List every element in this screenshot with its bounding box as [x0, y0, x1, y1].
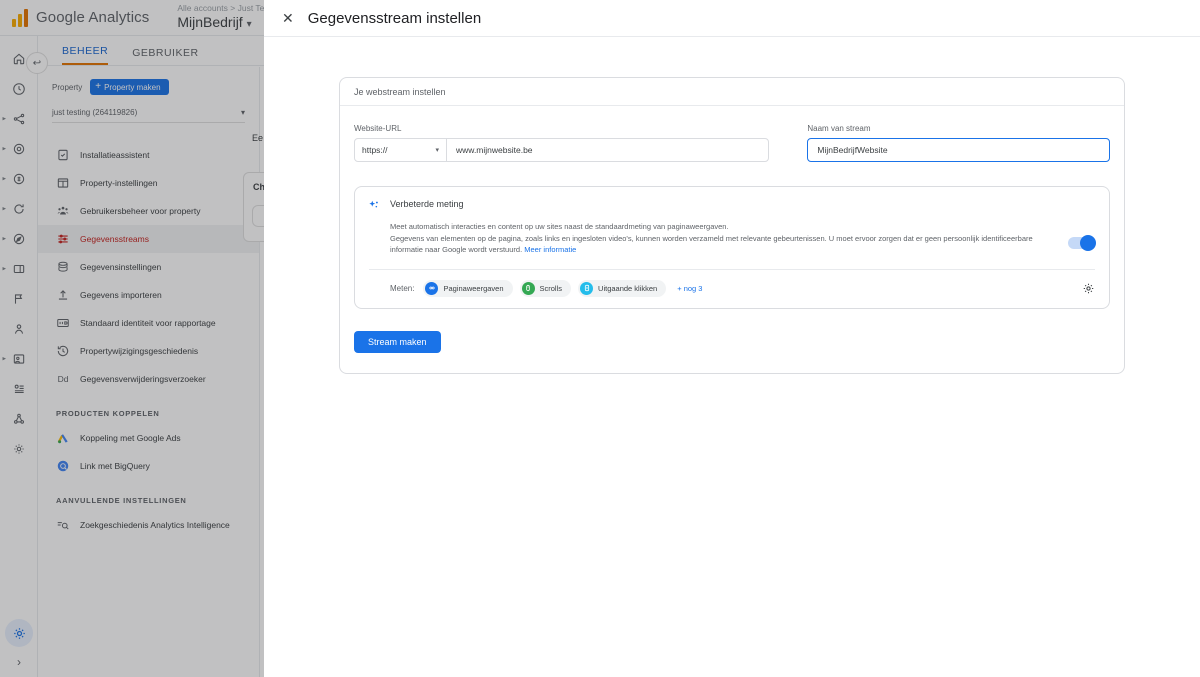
chip-label: Scrolls — [539, 283, 563, 293]
toggle-knob — [1080, 235, 1096, 251]
enhanced-measurement-toggle[interactable] — [1068, 235, 1096, 251]
measuring-label: Meten: — [390, 283, 415, 293]
scroll-icon — [521, 281, 535, 295]
enhanced-measurement-box: Verbeterde meting Meet automatisch inter… — [354, 186, 1110, 309]
stream-name-input[interactable]: MijnBedrijfWebsite — [807, 138, 1110, 162]
chevron-down-icon: ▾ — [435, 147, 439, 154]
panel-body: Je webstream instellen Website-URL https… — [264, 37, 1200, 677]
enhanced-description-line-1: Meet automatisch interacties en content … — [390, 222, 729, 231]
panel-header: ✕ Gegevensstream instellen — [264, 0, 1200, 37]
enhanced-description: Meet automatisch interacties en content … — [390, 221, 1058, 256]
stream-name-label: Naam van stream — [807, 124, 871, 133]
chip-paginaweergaven[interactable]: Paginaweergaven — [423, 279, 513, 297]
chip-uitgaande-klikken[interactable]: Uitgaande klikken — [578, 279, 667, 297]
create-stream-button[interactable]: Stream maken — [354, 330, 441, 353]
outbound-click-icon — [580, 281, 594, 295]
enhanced-title: Verbeterde meting — [390, 199, 464, 209]
scheme-value: https:// — [362, 145, 388, 155]
stream-name-field: Naam van stream MijnBedrijfWebsite — [807, 124, 1110, 162]
measuring-row: Meten: Paginaweergaven Scrolls Uitgaande… — [355, 270, 1109, 308]
card-body: Website-URL https:// ▾ www.mijnwebsite.b… — [340, 106, 1124, 373]
gear-icon[interactable] — [1082, 282, 1095, 295]
card-header: Je webstream instellen — [340, 78, 1124, 106]
panel-title: Gegevensstream instellen — [307, 9, 482, 27]
website-url-label: Website-URL — [354, 124, 402, 133]
enhanced-body: Meet automatisch interacties en content … — [355, 213, 1109, 269]
chip-label: Paginaweergaven — [443, 283, 504, 293]
website-url-field: Website-URL https:// ▾ www.mijnwebsite.b… — [354, 124, 770, 162]
chip-scrolls[interactable]: Scrolls — [519, 279, 572, 297]
more-events-link[interactable]: + nog 3 — [677, 284, 702, 293]
url-input-row: https:// ▾ www.mijnwebsite.be — [354, 138, 770, 162]
url-input[interactable]: www.mijnwebsite.be — [447, 139, 768, 161]
learn-more-link[interactable]: Meer informatie — [524, 245, 576, 254]
chip-label: Uitgaande klikken — [598, 283, 658, 293]
page-views-icon — [425, 281, 439, 295]
sparkle-icon — [367, 199, 381, 213]
enhanced-description-line-2: Gegevens van elementen op de pagina, zoa… — [390, 233, 1033, 255]
screen-root: Google Analytics Alle accounts > Just Te… — [0, 0, 1200, 677]
webstream-card: Je webstream instellen Website-URL https… — [339, 77, 1125, 374]
scheme-select[interactable]: https:// ▾ — [355, 139, 447, 161]
setup-stream-panel: ✕ Gegevensstream instellen Je webstream … — [264, 0, 1200, 677]
enhanced-header: Verbeterde meting — [355, 187, 1109, 213]
form-fields: Website-URL https:// ▾ www.mijnwebsite.b… — [354, 124, 1110, 162]
close-x-icon[interactable]: ✕ — [282, 11, 294, 25]
